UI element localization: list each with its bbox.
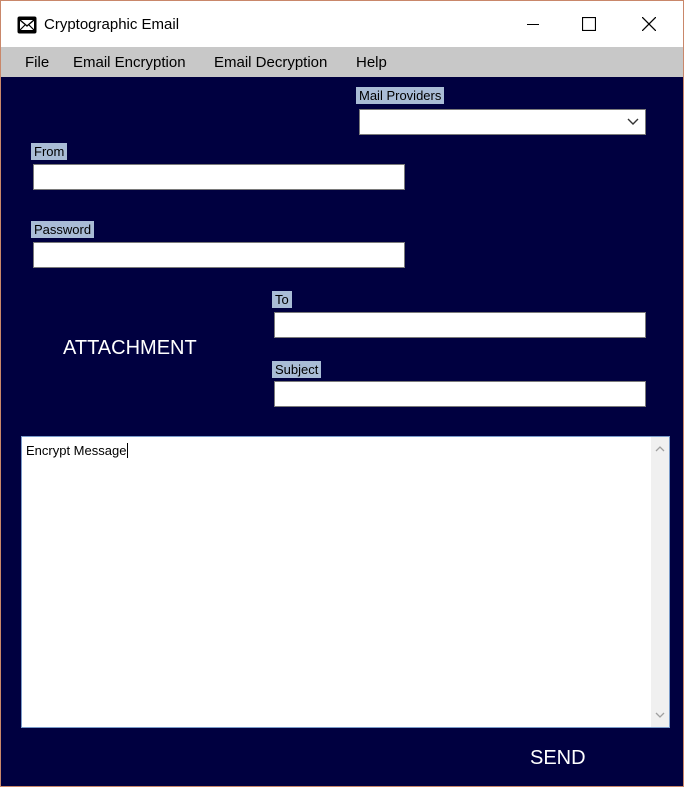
text-caret — [127, 443, 129, 458]
minimize-button[interactable] — [510, 1, 556, 47]
maximize-button[interactable] — [566, 1, 612, 47]
chevron-down-icon — [655, 712, 665, 718]
password-field[interactable] — [33, 242, 405, 268]
send-button[interactable]: SEND — [530, 747, 586, 770]
subject-field[interactable] — [274, 381, 646, 407]
from-field[interactable] — [33, 164, 405, 190]
menu-email-encryption[interactable]: Email Encryption — [73, 54, 186, 71]
message-textarea[interactable]: Encrypt Message — [21, 436, 670, 728]
message-scrollbar[interactable] — [651, 437, 669, 727]
menu-email-decryption[interactable]: Email Decryption — [214, 54, 327, 71]
mail-providers-label: Mail Providers — [356, 87, 445, 104]
envelope-icon — [17, 16, 37, 34]
maximize-icon — [582, 17, 596, 31]
menu-help[interactable]: Help — [356, 54, 387, 71]
password-label: Password — [31, 221, 95, 238]
to-label: To — [272, 291, 292, 308]
minimize-icon — [527, 24, 539, 25]
subject-label: Subject — [272, 361, 322, 378]
chevron-up-icon — [655, 446, 665, 452]
window-title: Cryptographic Email — [44, 16, 180, 33]
from-label: From — [31, 143, 68, 160]
close-button[interactable] — [626, 1, 672, 47]
chevron-down-icon — [627, 118, 639, 125]
message-content: Encrypt Message — [26, 443, 129, 458]
message-text: Encrypt Message — [26, 443, 127, 458]
to-field[interactable] — [274, 312, 646, 338]
app-window: Cryptographic Email File Email Encryptio… — [0, 0, 684, 787]
mail-providers-select[interactable] — [359, 109, 646, 135]
menu-bar: File Email Encryption Email Decryption H… — [1, 47, 683, 77]
close-icon — [642, 17, 656, 31]
menu-file[interactable]: File — [25, 54, 49, 71]
title-bar[interactable]: Cryptographic Email — [1, 1, 683, 47]
attachment-button[interactable]: ATTACHMENT — [63, 337, 197, 360]
